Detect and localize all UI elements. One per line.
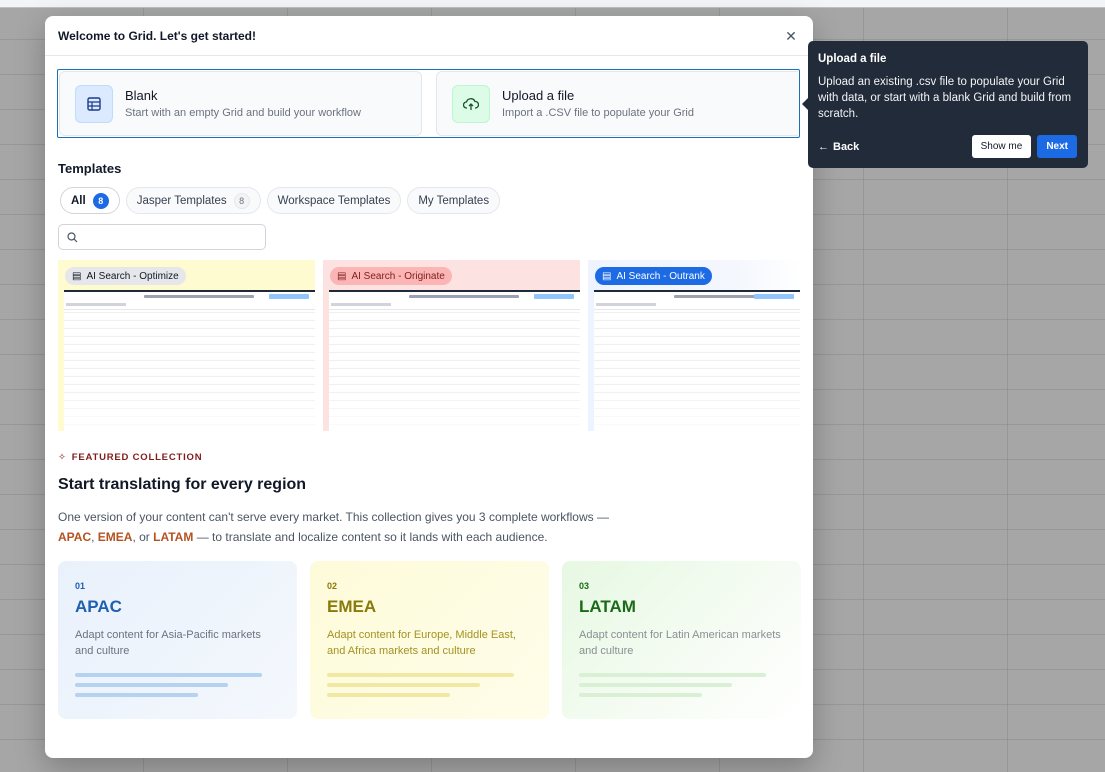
templates-heading: Templates (58, 161, 122, 176)
placeholder-bar (579, 693, 702, 697)
region-description: Adapt content for Asia-Pacific markets a… (75, 629, 261, 657)
start-options: Blank Start with an empty Grid and build… (57, 69, 800, 138)
featured-desc-text: One version of your content can't serve … (58, 510, 609, 524)
modal-title: Welcome to Grid. Let's get started! (58, 28, 256, 43)
template-cards: ▤ AI Search - Optimize ▤ AI Search - Ori… (58, 260, 800, 431)
tab-my-label: My Templates (418, 194, 490, 207)
separator: , or (132, 530, 154, 544)
region-number: 02 (327, 581, 338, 591)
tour-actions: ← Back Show me Next (818, 135, 1077, 158)
placeholder-bar (327, 673, 514, 677)
region-card-emea[interactable]: 02 EMEA Adapt content for Europe, Middle… (310, 561, 549, 719)
tour-title: Upload a file (818, 53, 887, 65)
tab-my-templates[interactable]: My Templates (407, 187, 501, 214)
placeholder-bar (75, 673, 262, 677)
upload-option-subtitle: Import a .CSV file to populate your Grid (502, 107, 694, 119)
tab-jasper-count: 8 (233, 192, 250, 209)
app-top-bar (0, 0, 1105, 8)
placeholder-bar (327, 683, 480, 687)
template-card-originate[interactable]: ▤ AI Search - Originate (323, 260, 580, 431)
template-card-outrank[interactable]: ▤ AI Search - Outrank (588, 260, 800, 431)
template-preview (594, 290, 800, 431)
show-me-button[interactable]: Show me (971, 135, 1032, 158)
region-number: 03 (579, 581, 590, 591)
table-icon (75, 84, 113, 123)
document-icon: ▤ (602, 270, 612, 282)
featured-label-text: FEATURED COLLECTION (71, 452, 203, 463)
tab-jasper-templates[interactable]: Jasper Templates 8 (125, 187, 261, 214)
document-icon: ▤ (337, 270, 347, 282)
template-card-optimize[interactable]: ▤ AI Search - Optimize (58, 260, 315, 431)
region-name: APAC (75, 597, 122, 616)
close-icon[interactable]: ✕ (783, 28, 799, 44)
tab-all-count: 8 (92, 192, 109, 209)
template-preview (329, 290, 580, 431)
document-icon: ▤ (72, 270, 82, 282)
separator: , (91, 530, 98, 544)
placeholder-bar (579, 673, 766, 677)
placeholder-bar (75, 683, 228, 687)
apac-link[interactable]: APAC (58, 530, 91, 544)
tab-all-label: All (71, 194, 86, 207)
placeholder-bar (579, 683, 732, 687)
tour-tooltip: Upload a file Upload an existing .csv fi… (802, 41, 1088, 168)
tab-all[interactable]: All 8 (60, 187, 120, 214)
region-description: Adapt content for Europe, Middle East, a… (327, 629, 516, 657)
tour-body: Upload an existing .csv file to populate… (818, 76, 1072, 120)
featured-title: Start translating for every region (58, 476, 307, 493)
featured-description: One version of your content can't serve … (58, 507, 698, 547)
upload-option[interactable]: Upload a file Import a .CSV file to popu… (436, 71, 798, 136)
upload-option-title: Upload a file (502, 88, 575, 103)
template-preview (64, 290, 315, 431)
sparkle-icon: ✧ (58, 452, 67, 463)
tour-back-label: Back (833, 140, 860, 153)
template-badge: ▤ AI Search - Outrank (595, 267, 712, 285)
latam-link[interactable]: LATAM (153, 530, 193, 544)
welcome-modal: Welcome to Grid. Let's get started! ✕ Bl… (45, 16, 813, 758)
template-label: AI Search - Outrank (616, 270, 705, 282)
featured-label: ✧ FEATURED COLLECTION (58, 452, 202, 463)
next-button[interactable]: Next (1037, 135, 1077, 158)
tab-workspace-label: Workspace Templates (277, 194, 391, 207)
template-label: AI Search - Optimize (86, 270, 179, 282)
template-badge: ▤ AI Search - Optimize (65, 267, 186, 285)
emea-link[interactable]: EMEA (98, 530, 133, 544)
region-card-apac[interactable]: 01 APAC Adapt content for Asia-Pacific m… (58, 561, 297, 719)
region-name: EMEA (327, 597, 377, 616)
placeholder-bar (327, 693, 450, 697)
region-name: LATAM (579, 597, 636, 616)
template-tabs: All 8 Jasper Templates 8 Workspace Templ… (60, 187, 501, 214)
region-card-latam[interactable]: 03 LATAM Adapt content for Latin America… (562, 561, 801, 719)
template-search[interactable] (58, 224, 266, 250)
modal-header: Welcome to Grid. Let's get started! ✕ (45, 16, 813, 56)
region-description: Adapt content for Latin American markets… (579, 629, 781, 657)
upload-cloud-icon (452, 84, 490, 123)
template-label: AI Search - Originate (351, 270, 445, 282)
search-input[interactable] (83, 231, 257, 243)
blank-option-subtitle: Start with an empty Grid and build your … (125, 107, 361, 119)
placeholder-bar (75, 693, 198, 697)
blank-option[interactable]: Blank Start with an empty Grid and build… (59, 71, 422, 136)
arrow-left-icon: ← (818, 140, 829, 153)
region-cards: 01 APAC Adapt content for Asia-Pacific m… (58, 561, 801, 719)
template-badge: ▤ AI Search - Originate (330, 267, 452, 285)
region-number: 01 (75, 581, 86, 591)
search-icon (67, 231, 78, 242)
blank-option-title: Blank (125, 88, 158, 103)
tab-jasper-label: Jasper Templates (136, 194, 227, 207)
tour-back-button[interactable]: ← Back (818, 141, 859, 153)
featured-desc-text-2: — to translate and localize content so i… (193, 530, 548, 544)
tab-workspace-templates[interactable]: Workspace Templates (266, 187, 402, 214)
